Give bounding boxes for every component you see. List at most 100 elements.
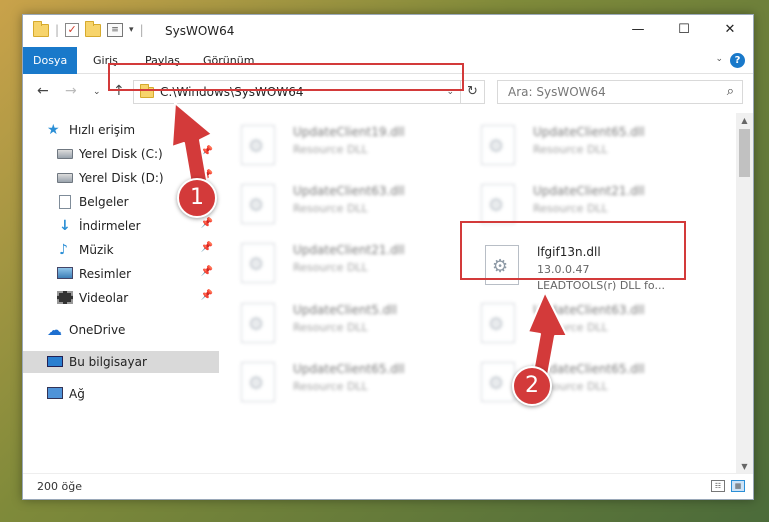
list-item[interactable]: UpdateClient63.dll Resource DLL — [481, 299, 711, 349]
file-name: UpdateClient63.dll — [293, 184, 405, 198]
film-icon — [57, 291, 73, 304]
forward-button[interactable]: → — [65, 83, 77, 99]
sidebar-item-label: Videolar — [79, 291, 129, 305]
sidebar-item-pictures[interactable]: Resimler 📌 — [23, 263, 219, 285]
sidebar-item-label: Yerel Disk (C:) — [79, 147, 163, 161]
search-input[interactable]: Ara: SysWOW64 ⌕ — [497, 80, 743, 104]
step-1-badge: 1 — [177, 178, 217, 218]
drive-icon — [57, 173, 73, 183]
dll-file-icon — [481, 303, 515, 343]
pin-icon[interactable]: 📌 — [201, 242, 213, 253]
scroll-up-icon[interactable]: ▲ — [736, 113, 753, 129]
file-highlight-box — [460, 221, 686, 280]
status-bar: 200 öğe ☷ ▦ — [23, 473, 753, 499]
file-description: Resource DLL — [533, 143, 608, 156]
minimize-button[interactable]: — — [615, 15, 661, 47]
file-description: LEADTOOLS(r) DLL fo... — [537, 279, 665, 292]
dll-file-icon — [241, 243, 275, 283]
pin-icon[interactable]: 📌 — [201, 146, 213, 157]
list-item[interactable]: UpdateClient65.dll Resource DLL — [241, 358, 471, 408]
sidebar-item-onedrive[interactable]: ☁ OneDrive — [23, 319, 219, 341]
file-description: Resource DLL — [293, 143, 368, 156]
search-icon[interactable]: ⌕ — [727, 84, 734, 99]
dll-file-icon — [241, 362, 275, 402]
sidebar-item-label: Hızlı erişim — [69, 123, 136, 137]
file-description: Resource DLL — [533, 202, 608, 215]
cloud-icon: ☁ — [47, 321, 62, 339]
properties-icon[interactable]: ≡ — [107, 23, 124, 37]
file-name: UpdateClient19.dll — [293, 125, 405, 139]
details-view-icon[interactable]: ☷ — [711, 480, 725, 492]
sidebar-item-network[interactable]: Ağ — [23, 383, 219, 405]
sidebar-item-downloads[interactable]: ↓ İndirmeler 📌 — [23, 215, 219, 237]
sidebar-item-label: Resimler — [79, 267, 132, 281]
list-item[interactable]: UpdateClient5.dll Resource DLL — [241, 299, 471, 349]
dll-file-icon — [481, 184, 515, 224]
tiles-view-icon[interactable]: ▦ — [731, 480, 745, 492]
dll-file-icon — [241, 303, 275, 343]
address-highlight-box — [108, 63, 464, 91]
sidebar-item-label: Belgeler — [79, 195, 129, 209]
sidebar-item-disk-c[interactable]: Yerel Disk (C:) 📌 — [23, 143, 219, 165]
network-icon — [47, 387, 63, 399]
close-button[interactable]: ✕ — [707, 15, 753, 47]
search-placeholder: Ara: SysWOW64 — [508, 85, 606, 99]
recent-locations-dropdown[interactable]: ⌄ — [93, 87, 101, 97]
dll-file-icon — [481, 362, 515, 402]
file-name: UpdateClient5.dll — [293, 303, 397, 317]
maximize-button[interactable]: ☐ — [661, 15, 707, 47]
file-list: UpdateClient19.dll Resource DLL UpdateCl… — [219, 113, 735, 475]
drive-icon — [57, 149, 73, 159]
sidebar-item-label: Müzik — [79, 243, 114, 257]
step-2-badge: 2 — [512, 366, 552, 406]
sidebar-item-label: Yerel Disk (D:) — [79, 171, 164, 185]
new-folder-icon[interactable] — [85, 20, 102, 37]
download-icon: ↓ — [59, 218, 71, 234]
expand-ribbon-icon[interactable]: ⌄ — [715, 54, 723, 64]
list-item[interactable]: UpdateClient63.dll Resource DLL — [241, 180, 471, 230]
help-button[interactable]: ? — [730, 53, 745, 68]
dll-file-icon — [241, 125, 275, 165]
quick-access-toolbar: | ✓ ≡ ▾ | — [33, 20, 144, 37]
music-icon: ♪ — [59, 242, 68, 258]
file-description: Resource DLL — [293, 261, 368, 274]
window-title: SysWOW64 — [165, 24, 235, 38]
sidebar-item-videos[interactable]: Videolar 📌 — [23, 287, 219, 309]
folder-icon[interactable] — [33, 20, 49, 37]
file-name: UpdateClient21.dll — [533, 184, 645, 198]
file-name: UpdateClient63.dll — [533, 303, 645, 317]
back-button[interactable]: ← — [37, 83, 49, 99]
pin-icon[interactable]: 📌 — [201, 218, 213, 229]
tab-dosya[interactable]: Dosya — [23, 47, 78, 74]
checkmark-icon[interactable]: ✓ — [65, 23, 80, 37]
sidebar-item-label: İndirmeler — [79, 219, 141, 233]
dll-file-icon — [241, 184, 275, 224]
list-item[interactable]: UpdateClient21.dll Resource DLL — [241, 239, 471, 289]
file-name: UpdateClient65.dll — [533, 362, 645, 376]
file-name: UpdateClient65.dll — [293, 362, 405, 376]
navigation-pane: ★ Hızlı erişim Yerel Disk (C:) 📌 Yerel D… — [23, 113, 219, 475]
sidebar-item-quick-access[interactable]: ★ Hızlı erişim — [23, 119, 219, 141]
sidebar-item-label: Bu bilgisayar — [69, 355, 147, 369]
toolbar-separator: | — [139, 23, 144, 37]
file-description: Resource DLL — [293, 321, 368, 334]
sidebar-item-music[interactable]: ♪ Müzik 📌 — [23, 239, 219, 261]
title-bar: | ✓ ≡ ▾ | SysWOW64 — ☐ ✕ — [23, 15, 753, 47]
list-item[interactable]: UpdateClient19.dll Resource DLL — [241, 121, 471, 171]
list-item[interactable]: UpdateClient65.dll Resource DLL — [481, 121, 711, 171]
pin-icon[interactable]: 📌 — [201, 290, 213, 301]
computer-icon — [47, 356, 63, 367]
file-name: UpdateClient21.dll — [293, 243, 405, 257]
file-name: UpdateClient65.dll — [533, 125, 645, 139]
document-icon — [59, 195, 71, 209]
dll-file-icon — [481, 125, 515, 165]
file-description: Resource DLL — [533, 321, 608, 334]
scroll-thumb[interactable] — [739, 129, 750, 177]
file-description: Resource DLL — [293, 380, 368, 393]
sidebar-item-this-pc[interactable]: Bu bilgisayar — [23, 351, 219, 373]
sidebar-item-label: OneDrive — [69, 323, 126, 337]
toolbar-separator: | — [55, 23, 60, 37]
pin-icon[interactable]: 📌 — [201, 266, 213, 277]
vertical-scrollbar[interactable]: ▲ ▼ — [736, 113, 753, 475]
customize-toolbar-dropdown[interactable]: ▾ — [129, 25, 134, 35]
